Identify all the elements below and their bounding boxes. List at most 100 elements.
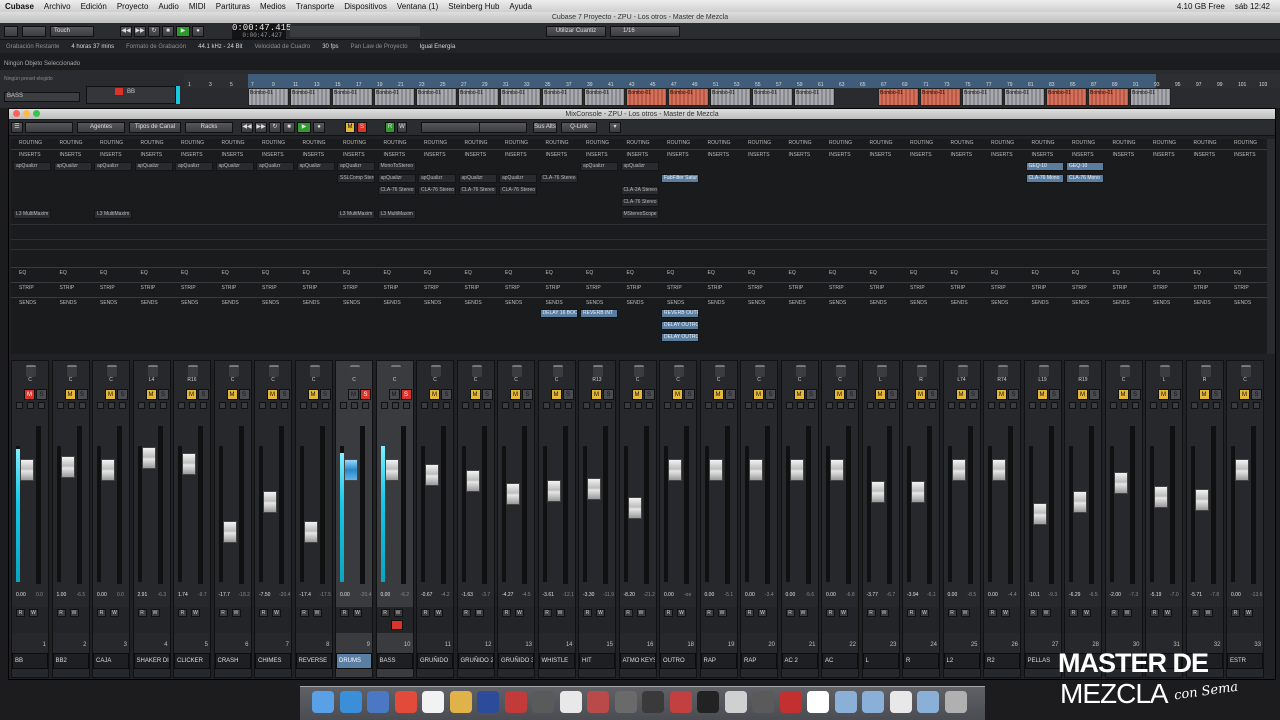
audio-event[interactable]: Bombo-01 [794,88,835,106]
read-button[interactable] [796,402,804,409]
automation-write-button[interactable]: W [1163,609,1172,617]
solo-button[interactable]: S [886,389,898,400]
cycle-range[interactable] [248,74,1156,88]
automation-read-button[interactable]: R [785,609,795,617]
automation-read-button[interactable]: R [97,609,106,617]
mute-button[interactable]: M [307,389,319,400]
audio-event[interactable]: Bombo-01 [458,88,499,106]
edit-button[interactable] [726,402,734,409]
listen-button[interactable] [421,402,428,409]
pan-knob[interactable] [471,365,482,377]
audio-event[interactable]: Bombo-01 [1046,88,1087,106]
audio-event[interactable]: Bombo-01 [248,88,289,106]
solo-button[interactable]: S [36,389,47,400]
channel-name[interactable]: L2 [943,653,980,669]
record-button[interactable]: ● [192,26,204,37]
volume-fader[interactable] [830,459,844,482]
listen-button[interactable] [218,402,226,409]
automation-write-button[interactable]: W [920,609,929,617]
menu-item[interactable]: Cubase [0,2,39,11]
edit-button[interactable] [848,402,855,409]
channel-name[interactable]: BASS [376,653,413,669]
automation-write-button[interactable]: W [1244,609,1253,617]
channel-name[interactable]: AC [822,653,858,669]
trash-icon[interactable] [944,691,967,713]
forward-button[interactable]: ▶▶ [134,26,146,37]
solo-button[interactable]: S [1251,389,1262,400]
menu-item[interactable]: Medios [255,2,291,11]
volume-fader[interactable] [587,478,601,501]
volume-fader[interactable] [546,479,561,502]
volume-fader[interactable] [384,459,399,482]
automation-read-button[interactable]: R [218,609,228,617]
volume-fader[interactable] [668,459,682,482]
automation-read-button[interactable]: R [137,609,147,617]
solo-button[interactable]: S [562,389,574,400]
listen-button[interactable] [461,402,469,409]
read-button[interactable] [432,402,439,409]
fader-track[interactable] [360,426,365,584]
listen-button[interactable] [704,402,712,409]
volume-fader[interactable] [101,459,115,482]
mute-button[interactable]: M [105,389,116,400]
mute-button[interactable]: M [510,389,521,400]
listen-button[interactable] [97,402,104,409]
pan-knob[interactable] [755,365,765,377]
solo-button[interactable]: S [360,389,371,400]
solo-button[interactable]: S [967,389,979,400]
volume-fader[interactable] [506,482,520,505]
read-button[interactable] [67,402,75,409]
read-button[interactable] [675,402,682,409]
automation-write-button[interactable]: W [1203,609,1213,617]
pan-knob[interactable] [147,365,158,377]
automation-write-button[interactable]: W [434,609,443,617]
read-button[interactable] [877,402,885,409]
track-header-bb[interactable]: BB [86,86,176,104]
fader-track[interactable] [1089,426,1094,584]
pan-knob[interactable] [674,365,684,377]
solo-button[interactable]: S [157,389,169,400]
mute-button[interactable]: M [996,389,1007,400]
mute-button[interactable]: M [631,389,643,400]
solo-button[interactable]: S [1048,389,1060,400]
mute-button[interactable]: M [469,389,481,400]
channel-name[interactable]: CAJA [93,653,129,669]
automation-write-button[interactable]: W [717,609,727,617]
tool-palette[interactable] [290,26,420,37]
automation-read-button[interactable]: R [866,609,876,617]
fader-track[interactable] [319,426,325,584]
mute-button[interactable]: M [915,389,926,400]
edit-button[interactable] [1212,402,1220,409]
pan-knob[interactable] [431,365,441,377]
automation-read-button[interactable]: R [826,609,835,617]
automation-write-button[interactable]: W [677,609,686,617]
edit-button[interactable] [807,402,815,409]
pan-knob[interactable] [269,365,279,377]
mute-button[interactable]: M [1077,389,1088,400]
pan-knob[interactable] [917,365,927,377]
fader-track[interactable] [967,426,973,584]
listen-button[interactable] [299,402,307,409]
automation-read-button[interactable]: R [623,609,633,617]
track-select[interactable]: BASS [4,92,80,102]
automation-write-button[interactable]: W [1001,609,1010,617]
audio-event[interactable]: Bombo-01 [668,88,709,106]
read-button[interactable] [594,402,601,409]
channel-name[interactable]: RAP [700,653,737,669]
mute-button[interactable]: M [672,389,683,400]
read-button[interactable] [108,402,115,409]
pan-knob[interactable] [998,365,1008,377]
channel-name[interactable]: CHIMES [255,653,291,669]
solo-button[interactable]: S [643,389,655,400]
pan-knob[interactable] [350,365,360,377]
menu-item[interactable]: Edición [76,2,112,11]
finder-icon[interactable] [312,691,334,713]
volume-fader[interactable] [1194,489,1209,512]
activate-project-button[interactable] [4,26,18,37]
mail-icon[interactable] [367,691,389,713]
edit-button[interactable] [686,402,693,409]
automation-write-button[interactable]: W [69,609,79,617]
fader-track[interactable] [238,426,244,584]
automation-write-button[interactable]: W [1082,609,1091,617]
fader-track[interactable] [481,426,487,584]
